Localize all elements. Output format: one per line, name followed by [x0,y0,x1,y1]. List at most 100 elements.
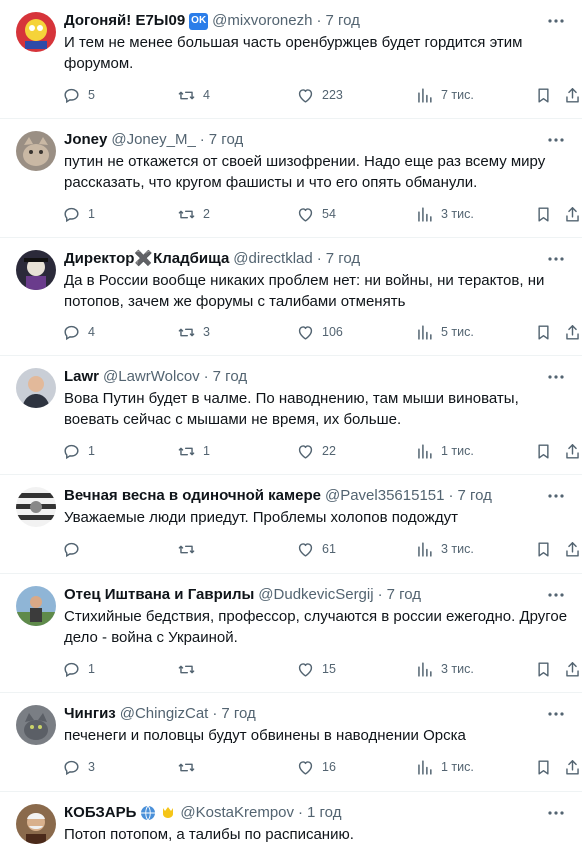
timestamp[interactable]: 7 год [387,585,421,605]
author-name[interactable]: Чингиз [64,704,116,724]
author-name[interactable]: Директор✖️Кладбища [64,249,229,269]
bookmark-button[interactable] [534,437,553,465]
reply-count: 5 [88,88,95,102]
more-options-icon[interactable] [546,804,566,822]
avatar[interactable] [16,12,56,52]
views-button[interactable]: 5 тис. [415,318,474,346]
tweet[interactable]: Отец Иштвана и Гаврилы @DudkevicSergij ·… [0,574,582,693]
views-button[interactable]: 3 тис. [415,200,474,228]
author-handle[interactable]: @ChingizCat [120,704,209,724]
share-button[interactable] [563,535,582,563]
reply-button[interactable]: 5 [62,81,95,109]
tweet[interactable]: Чингиз @ChingizCat · 7 год печенеги и по… [0,693,582,792]
bookmark-button[interactable] [534,200,553,228]
retweet-button[interactable]: 4 [177,81,210,109]
share-button[interactable] [563,200,582,228]
reply-button[interactable]: 3 [62,753,95,781]
avatar[interactable] [16,705,56,745]
reply-button[interactable] [62,535,88,563]
more-options-icon[interactable] [546,368,566,386]
views-chart-icon [418,661,432,677]
author-handle[interactable]: @directklad [233,249,312,269]
avatar[interactable] [16,586,56,626]
avatar[interactable] [16,250,56,290]
timestamp[interactable]: 7 год [325,11,359,31]
timestamp[interactable]: 1 год [307,803,341,823]
bookmark-button[interactable] [534,81,553,109]
author-name[interactable]: Joney [64,130,107,150]
more-options-icon[interactable] [546,12,566,30]
reply-button[interactable]: 1 [62,437,95,465]
share-button[interactable] [563,81,582,109]
more-options-icon[interactable] [546,487,566,505]
like-button[interactable]: 54 [296,200,336,228]
reply-button[interactable]: 1 [62,200,95,228]
share-button[interactable] [563,753,582,781]
reply-icon [64,88,79,103]
timestamp[interactable]: 7 год [221,704,255,724]
retweet-button[interactable]: 2 [177,200,210,228]
tweet[interactable]: Joney @Joney_M_ · 7 год путин не откажет… [0,119,582,238]
like-button[interactable]: 22 [296,437,336,465]
more-options-icon[interactable] [546,586,566,604]
retweet-button[interactable] [177,655,203,683]
author-name[interactable]: Отец Иштвана и Гаврилы [64,585,254,605]
avatar[interactable] [16,487,56,527]
avatar[interactable] [16,804,56,844]
author-name[interactable]: Lawr [64,367,99,387]
tweet[interactable]: Догоняй! Е7Ы09 OK @mixvoronezh · 7 год И… [0,0,582,119]
retweet-button[interactable]: 3 [177,318,210,346]
views-chart-icon [418,206,432,222]
author-handle[interactable]: @KostaKrempov [180,803,294,823]
tweet[interactable]: Вечная весна в одиночной камере @Pavel35… [0,475,582,574]
views-button[interactable]: 1 тис. [415,753,474,781]
tweet[interactable]: Lawr @LawrWolcov · 7 год Вова Путин буде… [0,356,582,475]
retweet-button[interactable] [177,535,203,563]
bookmark-button[interactable] [534,655,553,683]
timestamp[interactable]: 7 год [209,130,243,150]
retweet-count: 1 [203,444,210,458]
bookmark-button[interactable] [534,753,553,781]
timestamp[interactable]: 7 год [457,486,491,506]
author-handle[interactable]: @LawrWolcov [103,367,200,387]
author-handle[interactable]: @Pavel35615151 [325,486,445,506]
author-handle[interactable]: @Joney_M_ [111,130,195,150]
share-button[interactable] [563,437,582,465]
retweet-button[interactable] [177,753,203,781]
share-button[interactable] [563,655,582,683]
like-button[interactable]: 61 [296,535,336,563]
reply-button[interactable]: 4 [62,318,95,346]
avatar[interactable] [16,368,56,408]
views-button[interactable]: 3 тис. [415,535,474,563]
timestamp[interactable]: 7 год [326,249,360,269]
retweet-icon [178,328,195,336]
like-count: 106 [322,325,343,339]
timestamp[interactable]: 7 год [213,367,247,387]
like-button[interactable]: 15 [296,655,336,683]
share-button[interactable] [563,318,582,346]
bookmark-button[interactable] [534,535,553,563]
tweet-text: Вова Путин будет в чалме. По наводнению,… [64,390,519,428]
author-name[interactable]: Вечная весна в одиночной камере [64,486,321,506]
author-handle[interactable]: @mixvoronezh [212,11,312,31]
like-button[interactable]: 16 [296,753,336,781]
like-button[interactable]: 106 [296,318,343,346]
more-options-icon[interactable] [546,250,566,268]
globe-icon [141,805,156,821]
views-button[interactable]: 7 тис. [415,81,474,109]
more-options-icon[interactable] [546,705,566,723]
like-button[interactable]: 223 [296,81,343,109]
tweet-text: путин не откажется от своей шизофрении. … [64,153,546,191]
views-button[interactable]: 3 тис. [415,655,474,683]
author-name[interactable]: Догоняй! Е7Ы09 [64,11,185,31]
retweet-button[interactable]: 1 [177,437,210,465]
more-options-icon[interactable] [546,131,566,149]
tweet[interactable]: Директор✖️Кладбища @directklad · 7 год Д… [0,238,582,356]
bookmark-button[interactable] [534,318,553,346]
tweet[interactable]: КОБЗАРЬ @KostaKrempov · 1 год Потоп пото… [0,792,582,856]
author-handle[interactable]: @DudkevicSergij [258,585,373,605]
views-button[interactable]: 1 тис. [415,437,474,465]
avatar[interactable] [16,131,56,171]
reply-button[interactable]: 1 [62,655,95,683]
author-name[interactable]: КОБЗАРЬ [64,803,136,823]
